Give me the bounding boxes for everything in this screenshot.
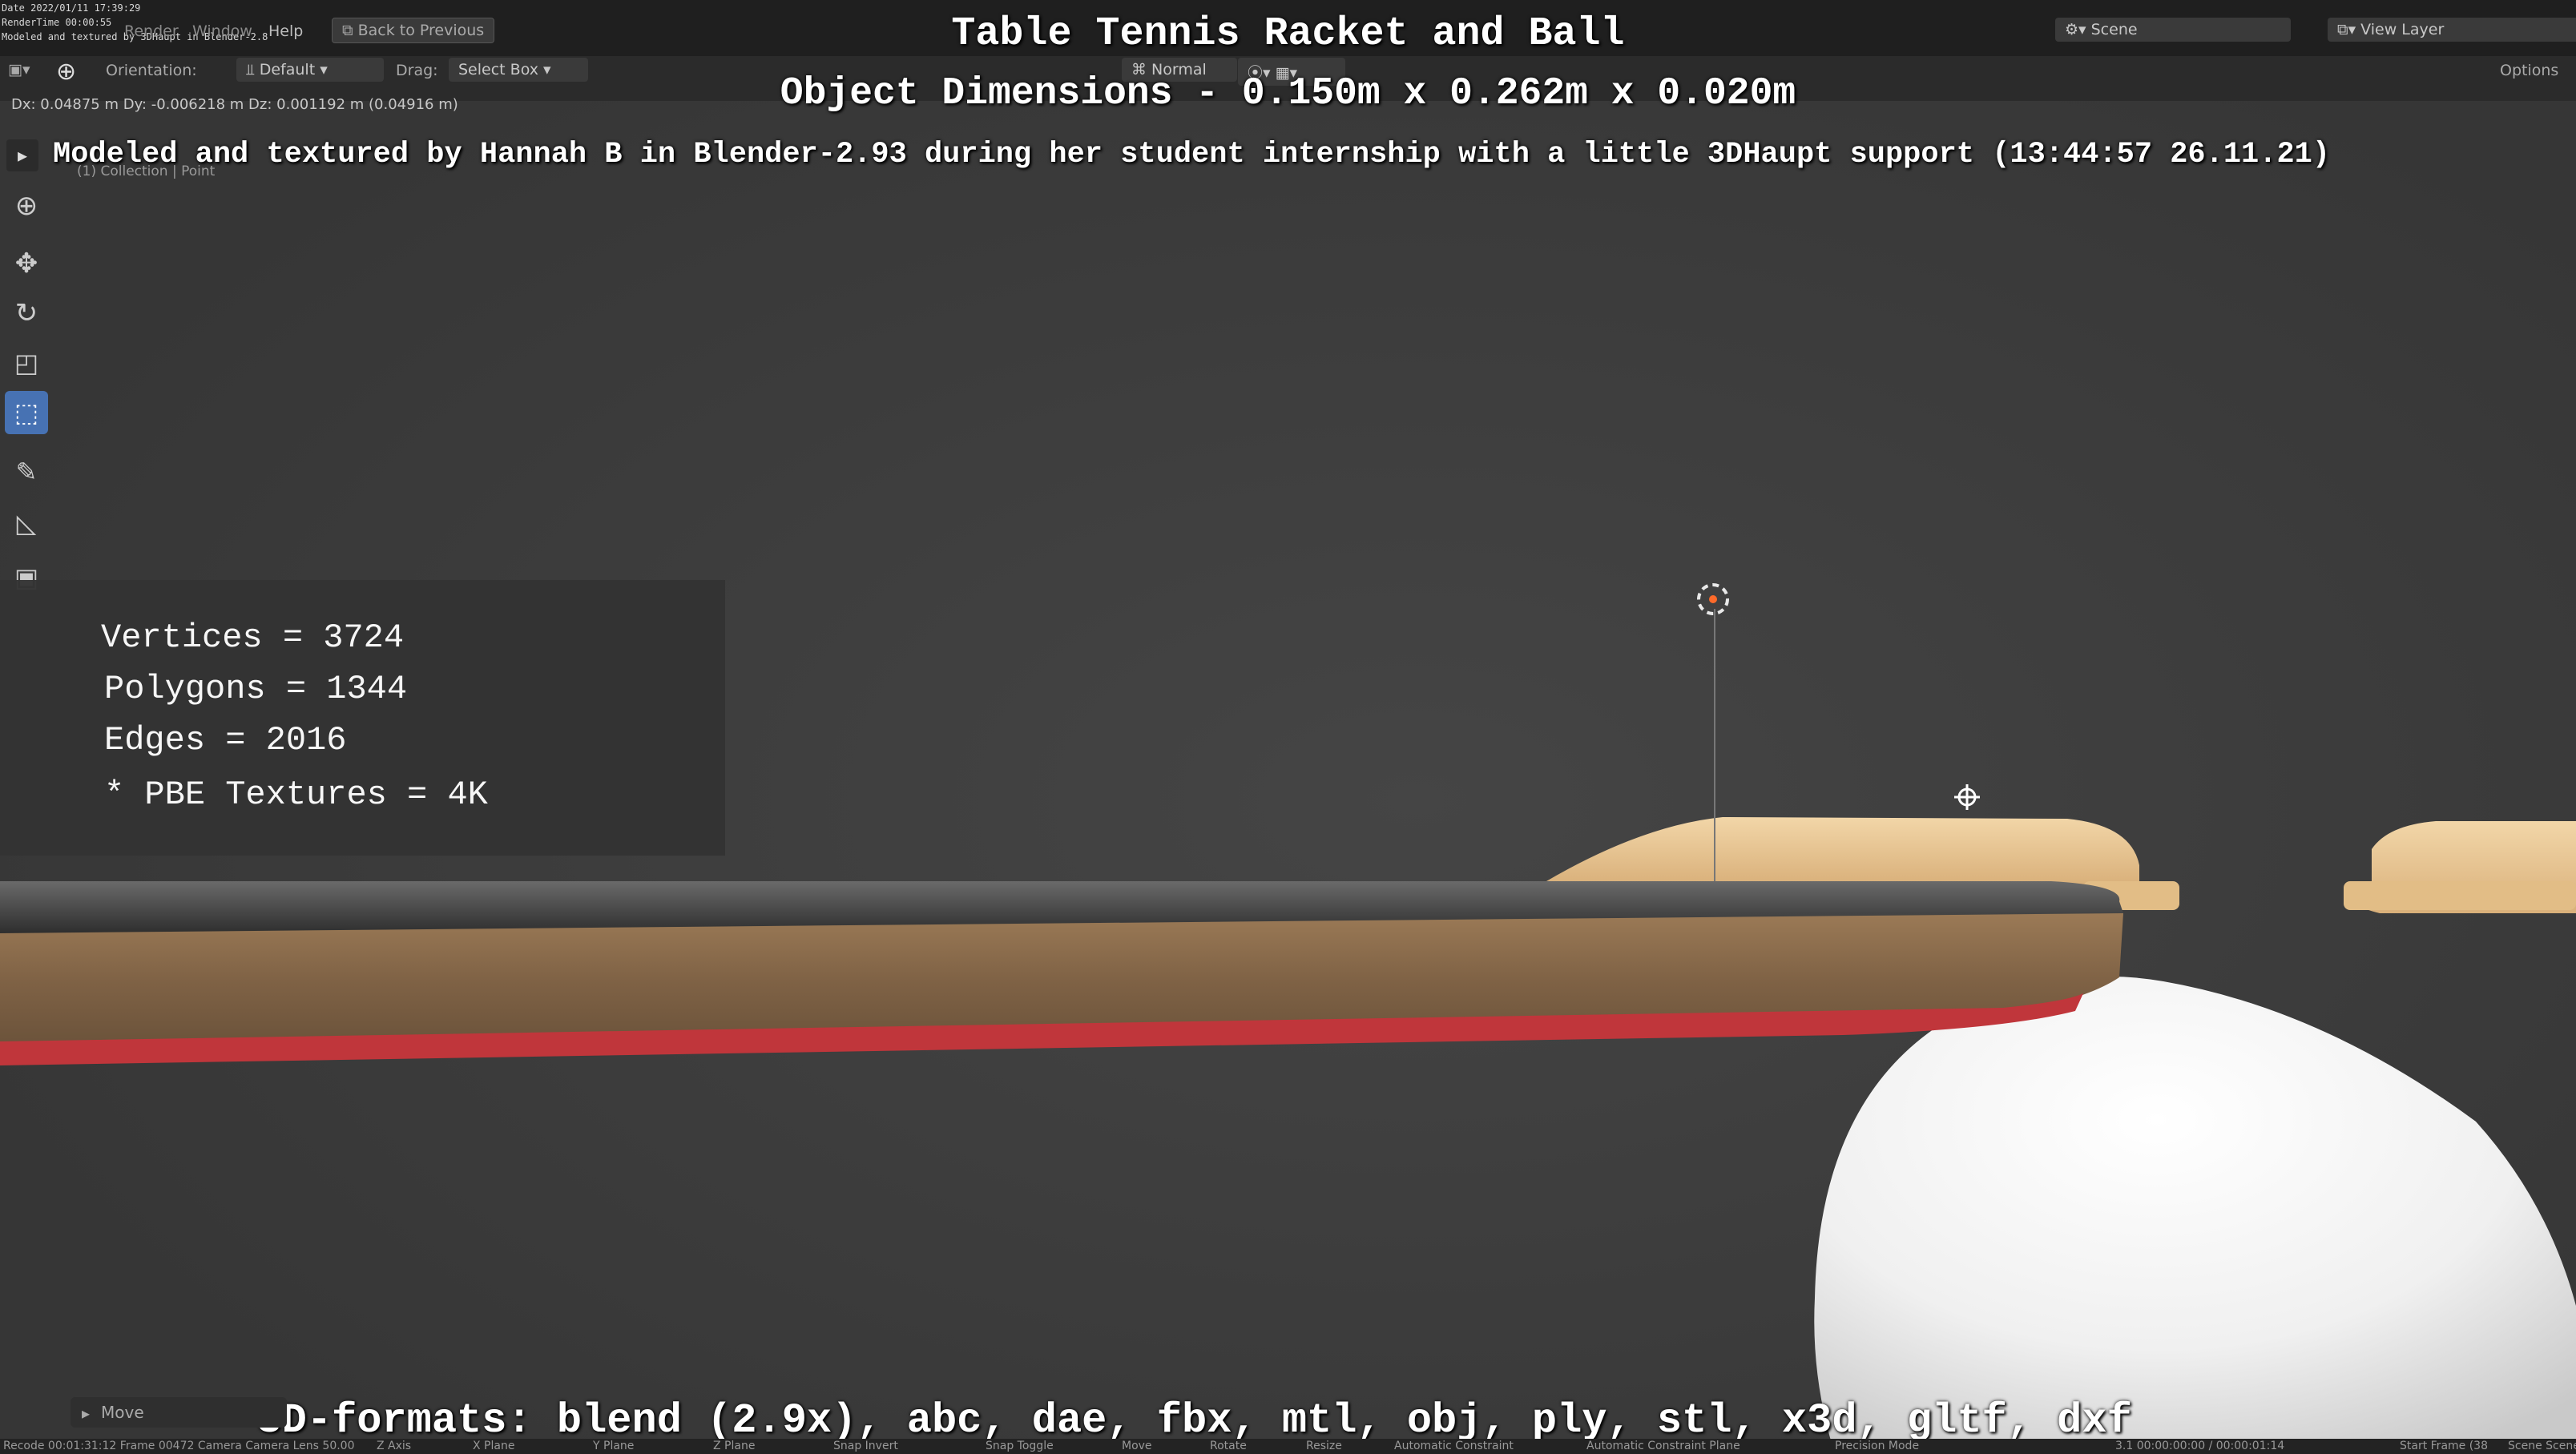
status-key-snap-toggle: Snap Toggle: [986, 1440, 1054, 1452]
statusbar-time: 3.1 00:00:00:00 / 00:00:01:14: [2115, 1440, 2285, 1452]
overlay-credit: Modeled and textured by Hannah B in Blen…: [53, 138, 2331, 171]
cursor-icon[interactable]: ⊕: [5, 184, 48, 228]
status-key-precision: Precision Mode: [1835, 1440, 1920, 1452]
move-icon[interactable]: ✥: [5, 242, 48, 285]
status-bar: Recode 00:01:31:12 Frame 00472 Camera Ca…: [0, 1439, 2576, 1454]
statusbar-start-frame: Start Frame (38: [2400, 1440, 2488, 1452]
status-key-move: Move: [1122, 1440, 1152, 1452]
rotate-icon[interactable]: ↻: [5, 292, 48, 335]
last-operator-panel[interactable]: ▸ Move: [71, 1397, 287, 1428]
measure-icon[interactable]: ◺: [5, 501, 48, 545]
status-key-z-plane: Z Plane: [713, 1440, 756, 1452]
transform-icon[interactable]: ⬚: [5, 391, 48, 434]
status-key-z-axis: Z Axis: [377, 1440, 412, 1452]
status-key-snap-invert: Snap Invert: [833, 1440, 898, 1452]
status-key-resize: Resize: [1306, 1440, 1342, 1452]
status-key-auto-constraint-plane: Automatic Constraint Plane: [1586, 1440, 1740, 1452]
stat-polygons: Polygons = 1344: [104, 670, 408, 708]
scale-icon[interactable]: ◰: [5, 341, 48, 385]
left-toolbar: ⊕ ✥ ↻ ◰ ⬚ ✎ ◺ ▣: [0, 136, 53, 617]
status-key-rotate: Rotate: [1210, 1440, 1247, 1452]
overlay-formats: * 3D-formats: blend (2.9x), abc, dae, fb…: [207, 1397, 2132, 1444]
stats-panel: Vertices = 3724 Polygons = 1344 Edges = …: [0, 580, 725, 856]
statusbar-left: Recode 00:01:31:12 Frame 00472 Camera Ca…: [3, 1440, 355, 1452]
status-key-x-plane: X Plane: [473, 1440, 515, 1452]
stat-vertices: Vertices = 3724: [101, 618, 405, 657]
annotate-icon[interactable]: ✎: [5, 450, 48, 493]
status-key-auto-constraint: Automatic Constraint: [1394, 1440, 1514, 1452]
chevron-right-icon: ▸: [82, 1404, 91, 1423]
overlay-dimensions: Object Dimensions - 0.150m x 0.262m x 0.…: [780, 72, 1796, 115]
statusbar-scene: Scene Scene: [2508, 1440, 2576, 1452]
status-key-y-plane: Y Plane: [593, 1440, 635, 1452]
stat-edges: Edges = 2016: [104, 721, 347, 759]
stat-textures: * PBE Textures = 4K: [104, 775, 488, 814]
last-operator-label: Move: [101, 1403, 144, 1422]
overlay-title: Table Tennis Racket and Ball: [951, 11, 1625, 57]
